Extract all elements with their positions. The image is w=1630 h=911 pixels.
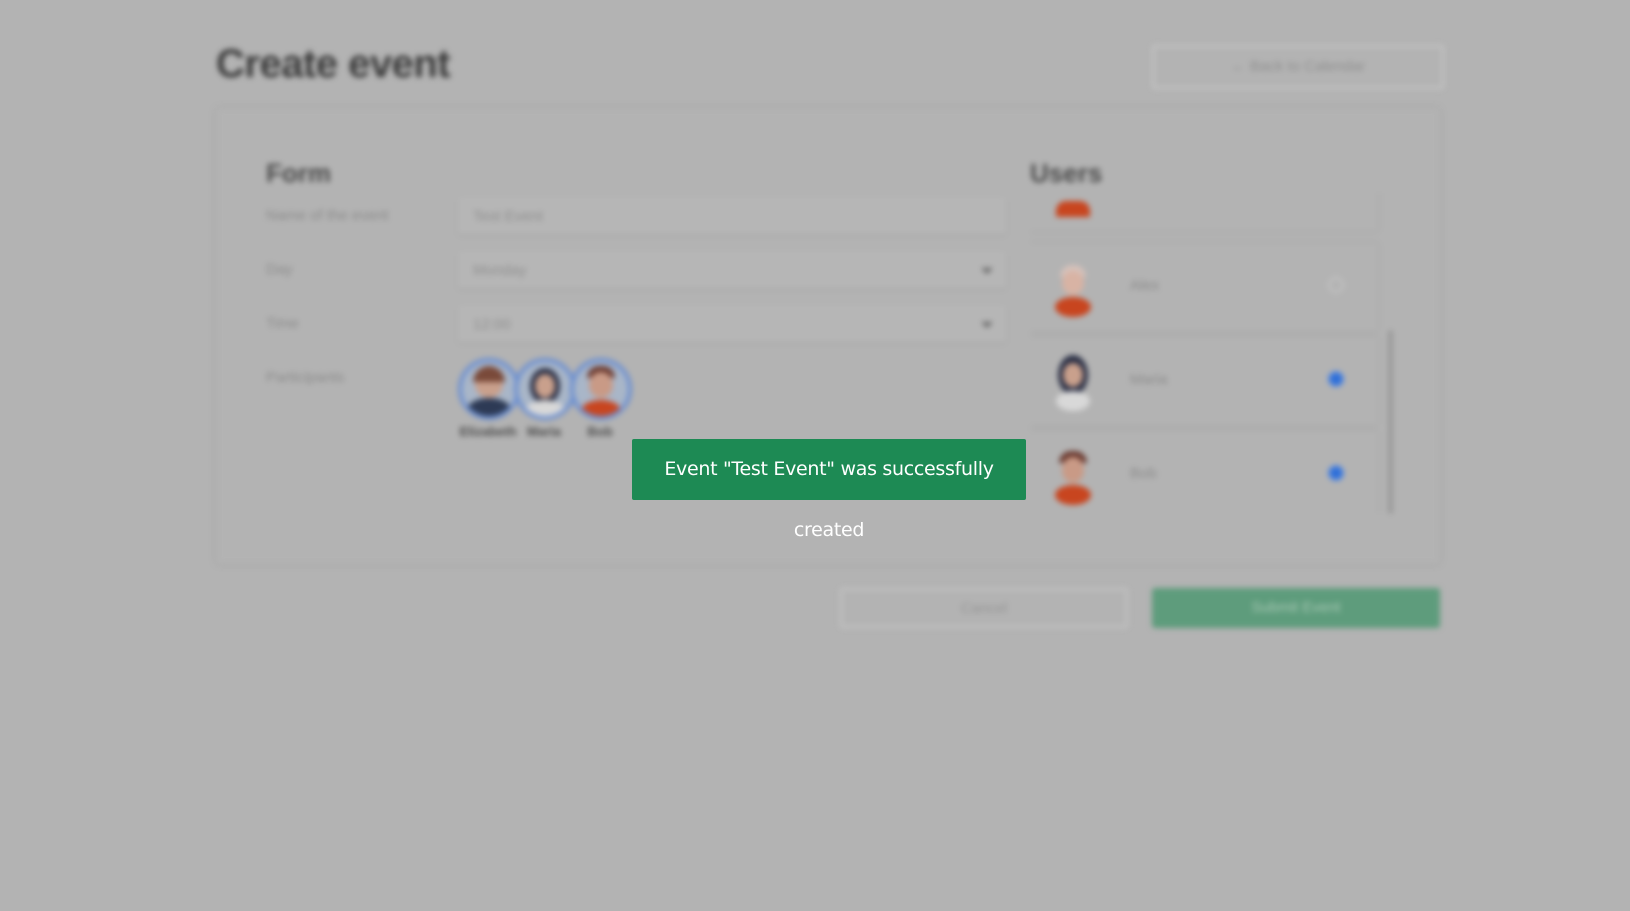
chevron-down-icon bbox=[981, 322, 993, 328]
back-to-calendar-button[interactable]: ← Back to Calendar bbox=[1152, 45, 1444, 89]
day-label: Day bbox=[266, 261, 293, 278]
participants-label: Participants bbox=[266, 369, 345, 386]
users-list[interactable]: Alex Maria Bob bbox=[1030, 193, 1386, 513]
users-section-title: Users bbox=[1030, 158, 1103, 188]
user-select-radio[interactable] bbox=[1328, 371, 1344, 387]
time-value: 12:00 bbox=[473, 316, 511, 333]
user-row[interactable]: Bob bbox=[1030, 431, 1378, 513]
avatar bbox=[514, 358, 576, 420]
avatar bbox=[570, 358, 632, 420]
avatar bbox=[458, 358, 520, 420]
day-select[interactable]: Monday bbox=[458, 252, 1006, 288]
user-name: Alex bbox=[1130, 277, 1160, 294]
participant-name: Bob bbox=[587, 424, 613, 439]
submit-event-button[interactable]: Submit Event bbox=[1152, 588, 1440, 628]
event-name-value: Test Event bbox=[473, 208, 544, 225]
event-name-input[interactable]: Test Event bbox=[458, 198, 1006, 234]
chevron-down-icon bbox=[981, 268, 993, 274]
user-name: Maria bbox=[1130, 371, 1168, 388]
user-row[interactable] bbox=[1030, 193, 1378, 231]
user-name: Bob bbox=[1130, 465, 1157, 482]
avatar bbox=[1050, 353, 1096, 411]
participant-avatar[interactable]: Elizabeth bbox=[458, 358, 520, 439]
user-select-radio[interactable] bbox=[1328, 465, 1344, 481]
users-scrollbar[interactable] bbox=[1388, 330, 1393, 514]
page-title: Create event bbox=[216, 42, 451, 86]
participant-avatar[interactable]: Maria bbox=[514, 358, 576, 439]
participant-name: Maria bbox=[527, 424, 561, 439]
user-select-radio[interactable] bbox=[1328, 277, 1344, 293]
user-row[interactable]: Alex bbox=[1030, 243, 1378, 331]
success-toast: Event "Test Event" was successfully crea… bbox=[632, 439, 1026, 541]
time-label: Time bbox=[266, 315, 299, 332]
form-section-title: Form bbox=[266, 158, 331, 188]
avatar bbox=[1050, 259, 1096, 317]
avatar bbox=[1050, 193, 1096, 217]
cancel-button[interactable]: Cancel bbox=[840, 588, 1128, 628]
time-select[interactable]: 12:00 bbox=[458, 306, 1006, 342]
user-row[interactable]: Maria bbox=[1030, 337, 1378, 425]
event-name-label: Name of the event bbox=[266, 207, 389, 224]
participant-avatar[interactable]: Bob bbox=[570, 358, 632, 439]
avatar bbox=[1050, 447, 1096, 505]
day-value: Monday bbox=[473, 262, 527, 279]
participant-name: Elizabeth bbox=[459, 424, 517, 439]
